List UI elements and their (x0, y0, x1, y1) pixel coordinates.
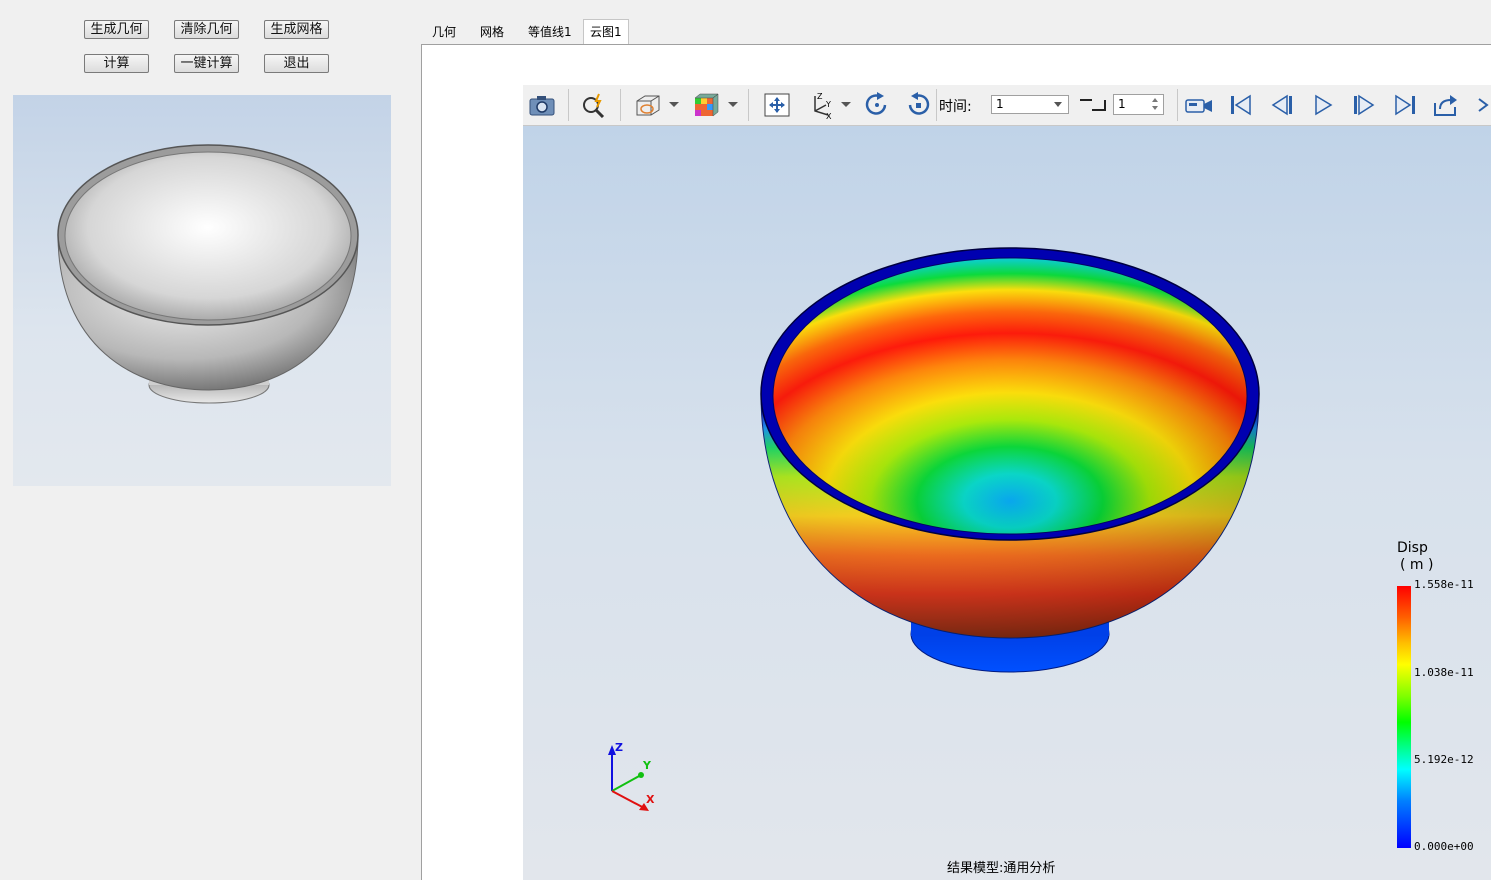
toolbar-separator (936, 89, 937, 121)
legend-tick-low: 5.192e-12 (1414, 753, 1474, 766)
bowl-displacement-contour (760, 247, 1260, 673)
overflow-chevron-icon[interactable] (1473, 89, 1491, 121)
axis-y-label: Y (643, 759, 651, 772)
tab-cloud-map-1[interactable]: 云图1 (583, 19, 629, 46)
rotate-cw-icon[interactable] (861, 89, 893, 121)
first-frame-icon[interactable] (1225, 89, 1257, 121)
legend-title: Disp (1397, 540, 1428, 556)
step-icon (1078, 96, 1108, 118)
geometry-preview-viewport[interactable] (13, 95, 391, 486)
toolbar-separator (1177, 89, 1178, 121)
tab-contour-1[interactable]: 等值线1 (522, 20, 578, 44)
one-click-compute-button[interactable]: 一键计算 (174, 54, 239, 73)
svg-text:Z: Z (817, 92, 823, 101)
time-select[interactable]: 1 (991, 95, 1069, 114)
legend-tick-max: 1.558e-11 (1414, 578, 1474, 591)
fit-view-icon[interactable] (761, 89, 793, 121)
tab-geometry[interactable]: 几何 (426, 20, 462, 44)
axis-x-label: X (646, 793, 655, 806)
generate-mesh-button[interactable]: 生成网格 (264, 20, 329, 39)
legend-tick-high: 1.038e-11 (1414, 666, 1474, 679)
toolbar-separator (620, 89, 621, 121)
step-spinbox[interactable]: 1 (1113, 94, 1164, 115)
zoom-icon[interactable] (578, 89, 610, 121)
svg-text:X: X (826, 112, 832, 119)
exit-button[interactable]: 退出 (264, 54, 329, 73)
record-icon[interactable] (1183, 89, 1215, 121)
play-icon[interactable] (1307, 89, 1339, 121)
last-frame-icon[interactable] (1389, 89, 1421, 121)
step-spinbox-value: 1 (1118, 97, 1126, 111)
chevron-down-icon[interactable] (669, 102, 679, 107)
status-text: 结果模型:通用分析 (947, 861, 1056, 876)
toolbar-separator (748, 89, 749, 121)
compute-button[interactable]: 计算 (84, 54, 149, 73)
chevron-down-icon[interactable] (841, 102, 851, 107)
chevron-down-icon[interactable] (728, 102, 738, 107)
axes-orient-icon[interactable]: ZYX (804, 89, 836, 121)
time-select-value: 1 (996, 97, 1004, 111)
colormap-cube-icon[interactable] (689, 89, 721, 121)
rotate-ccw-icon[interactable] (902, 89, 934, 121)
viewer-toolbar: ZYX 时间: 1 1 (523, 85, 1491, 126)
orientation-triad: Z Y X (603, 741, 663, 816)
legend-unit: ( m ) (1400, 557, 1434, 573)
time-label: 时间: (939, 99, 972, 115)
prev-frame-icon[interactable] (1266, 89, 1298, 121)
toolbar-separator (568, 89, 569, 121)
result-3d-viewport[interactable]: Z Y X 结果模型:通用分析 (523, 126, 1491, 880)
next-frame-icon[interactable] (1348, 89, 1380, 121)
bowl-geometry-model (57, 144, 359, 404)
chevron-down-icon (1054, 102, 1062, 107)
camera-icon[interactable] (526, 89, 558, 121)
legend-tick-min: 0.000e+00 (1414, 840, 1474, 853)
spin-down-icon[interactable] (1152, 106, 1158, 110)
legend-color-bar (1397, 586, 1411, 848)
clear-geometry-button[interactable]: 清除几何 (174, 20, 239, 39)
svg-text:Y: Y (825, 100, 831, 109)
tab-mesh[interactable]: 网格 (474, 20, 510, 44)
generate-geometry-button[interactable]: 生成几何 (84, 20, 149, 39)
clip-box-icon[interactable] (631, 89, 663, 121)
spin-up-icon[interactable] (1152, 98, 1158, 102)
axis-z-label: Z (615, 741, 623, 754)
export-icon[interactable] (1430, 89, 1462, 121)
